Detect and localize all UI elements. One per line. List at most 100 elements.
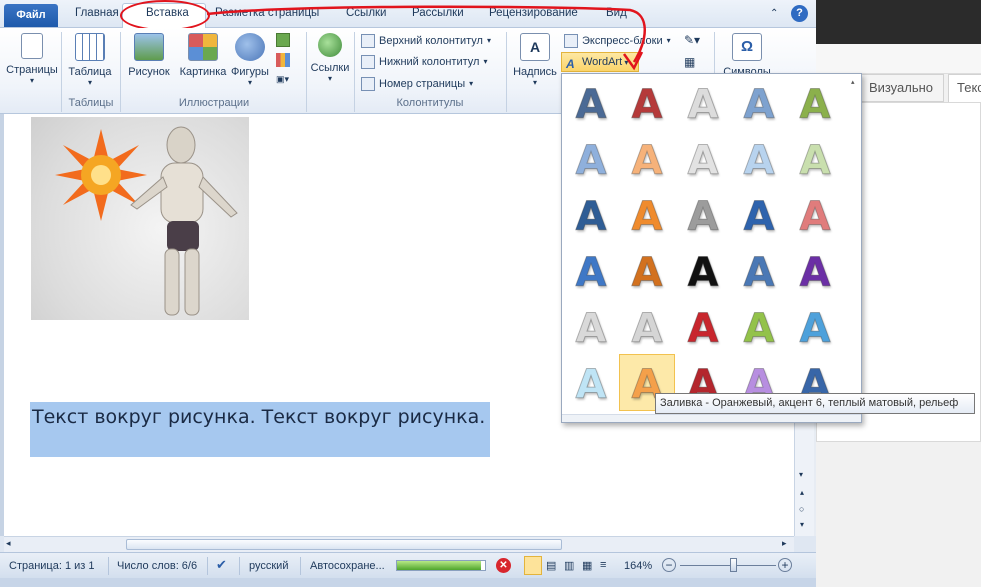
wordart-style-15[interactable]: A	[793, 194, 837, 241]
quickparts-button[interactable]: Экспресс-блоки ▾	[564, 31, 671, 51]
wordart-style-16[interactable]: A	[569, 250, 613, 297]
zoom-level[interactable]: 164%	[624, 560, 652, 572]
background-toolbar	[816, 44, 981, 74]
wordart-style-19[interactable]: A	[737, 250, 781, 297]
robot-picture[interactable]	[31, 117, 249, 320]
selected-text[interactable]: Текст вокруг рисунка. Текст вокруг рисун…	[30, 402, 490, 457]
page-count[interactable]: Страница: 1 из 1	[9, 560, 95, 572]
shapes-button[interactable]: Фигуры ▾	[228, 33, 272, 95]
wordart-style-17[interactable]: A	[625, 250, 669, 297]
wordart-style-13[interactable]: A	[681, 194, 725, 241]
wordart-style-25[interactable]: A	[793, 306, 837, 353]
pages-button[interactable]: Страницы ▾	[4, 33, 60, 95]
pages-icon	[21, 33, 43, 59]
minimize-ribbon-icon[interactable]: ⌃	[770, 8, 778, 19]
full-screen-reading-icon[interactable]: ▤	[546, 559, 556, 572]
dropdown-arrow-icon: ▾	[622, 58, 629, 67]
red-annotation-ellipse	[120, 0, 210, 31]
gallery-resize-bar[interactable]	[562, 414, 861, 422]
page-number-button[interactable]: Номер страницы ▾	[361, 74, 473, 94]
prev-page-icon[interactable]: ▴	[800, 488, 804, 497]
screenshot-icon[interactable]: ▣▾	[276, 74, 296, 86]
footer-button[interactable]: Нижний колонтитул ▾	[361, 52, 487, 72]
wordart-style-24[interactable]: A	[737, 306, 781, 353]
date-time-icon[interactable]: ▦	[684, 55, 695, 69]
tab-references[interactable]: Ссылки	[346, 7, 387, 19]
scroll-right-icon[interactable]: ▸	[782, 538, 787, 549]
tab-text[interactable]: Текс	[948, 74, 981, 102]
tab-mailings[interactable]: Рассылки	[412, 7, 464, 19]
wordart-style-26[interactable]: A	[569, 362, 613, 409]
wordart-style-6[interactable]: A	[569, 138, 613, 185]
zoom-slider-thumb[interactable]	[730, 558, 737, 572]
table-button[interactable]: Таблица ▾	[66, 33, 114, 95]
omega-icon: Ω	[732, 33, 762, 61]
clipart-button[interactable]: Картинка	[174, 33, 232, 95]
wordart-style-20[interactable]: A	[793, 250, 837, 297]
wordart-style-9[interactable]: A	[737, 138, 781, 185]
dropdown-arrow-icon: ▾	[486, 36, 491, 45]
dropdown-arrow-icon: ▾	[666, 36, 671, 45]
cancel-icon[interactable]: ✕	[496, 558, 511, 573]
wordart-style-23[interactable]: A	[681, 306, 725, 353]
wordart-style-4[interactable]: A	[737, 82, 781, 129]
tab-view[interactable]: Вид	[606, 7, 627, 19]
header-icon	[361, 34, 375, 48]
print-layout-view-icon[interactable]	[524, 556, 542, 575]
tab-review[interactable]: Рецензирование	[489, 7, 578, 19]
chart-icon[interactable]	[276, 53, 290, 67]
wordart-style-1[interactable]: A	[569, 82, 613, 129]
outline-view-icon[interactable]: ▦	[582, 559, 592, 572]
horizontal-scrollbar[interactable]: ◂ ▸	[4, 536, 794, 552]
footer-label: Нижний колонтитул	[379, 56, 480, 68]
header-button[interactable]: Верхний колонтитул ▾	[361, 31, 491, 51]
picture-button[interactable]: Рисунок	[124, 33, 174, 95]
browse-object-icon[interactable]: ○	[799, 504, 804, 514]
wordart-style-2[interactable]: A	[625, 82, 669, 129]
scroll-left-icon[interactable]: ◂	[6, 538, 11, 549]
page-number-label: Номер страницы	[379, 78, 466, 90]
wordart-style-21[interactable]: A	[569, 306, 613, 353]
draft-view-icon[interactable]: ≡	[600, 559, 606, 571]
wordart-style-18[interactable]: A	[681, 250, 725, 297]
horizontal-scroll-thumb[interactable]	[126, 539, 562, 550]
spellcheck-icon[interactable]: ✔	[216, 557, 227, 573]
dropdown-arrow-icon: ▾	[29, 76, 34, 85]
tab-file[interactable]: Файл	[4, 4, 58, 27]
wordart-style-8[interactable]: A	[681, 138, 725, 185]
separator	[306, 32, 307, 112]
web-layout-icon[interactable]: ▥	[564, 559, 574, 572]
tab-home[interactable]: Главная	[75, 7, 119, 19]
wordart-style-3[interactable]: A	[681, 82, 725, 129]
scroll-down-icon[interactable]: ▾	[799, 470, 803, 479]
clipart-icon	[188, 33, 218, 61]
table-icon	[75, 33, 105, 61]
wordart-style-10[interactable]: A	[793, 138, 837, 185]
zoom-slider-track[interactable]	[680, 565, 776, 566]
tab-page-layout[interactable]: Разметка страницы	[215, 7, 319, 19]
language[interactable]: русский	[249, 560, 288, 572]
links-label: Ссылки	[310, 62, 350, 74]
next-page-icon[interactable]: ▾	[800, 520, 804, 529]
zoom-in-icon[interactable]: +	[778, 558, 792, 572]
wordart-button[interactable]: A WordArt ▾	[561, 52, 639, 72]
smartart-icon[interactable]	[276, 33, 290, 47]
wordart-style-11[interactable]: A	[569, 194, 613, 241]
help-icon[interactable]: ?	[791, 5, 808, 22]
wordart-style-22[interactable]: A	[625, 306, 669, 353]
wordart-style-5[interactable]: A	[793, 82, 837, 129]
picture-label: Рисунок	[128, 66, 170, 78]
tab-visual[interactable]: Визуально	[858, 74, 944, 102]
autosave-progress	[396, 560, 486, 571]
picture-icon	[134, 33, 164, 61]
wordart-style-14[interactable]: A	[737, 194, 781, 241]
word-count[interactable]: Число слов: 6/6	[117, 560, 197, 572]
header-label: Верхний колонтитул	[379, 35, 483, 47]
gallery-scroll-up-icon[interactable]: ▴	[851, 78, 860, 90]
signature-line-icon[interactable]: ✎▾	[684, 33, 700, 47]
wordart-style-12[interactable]: A	[625, 194, 669, 241]
zoom-out-icon[interactable]: −	[662, 558, 676, 572]
textbox-button[interactable]: A Надпись ▾	[510, 33, 560, 95]
links-button[interactable]: Ссылки ▾	[309, 33, 351, 95]
wordart-style-7[interactable]: A	[625, 138, 669, 185]
